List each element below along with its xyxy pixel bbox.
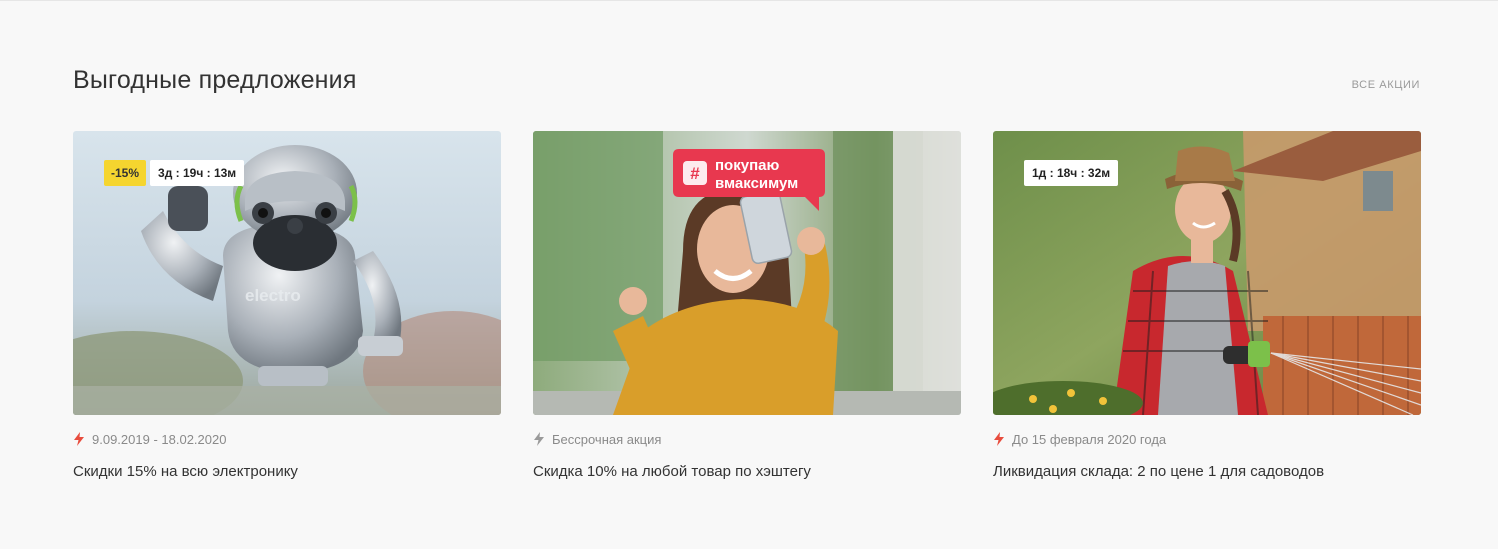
promo-title[interactable]: Ликвидация склада: 2 по цене 1 для садов…: [993, 463, 1324, 480]
lightning-icon: [74, 432, 84, 446]
hashtag-line-1: покупаю: [715, 157, 779, 174]
promo-cards: electro -15% 3д : 19ч : 13м 9.09.2019 - …: [73, 131, 1421, 491]
hashtag-symbol: #: [690, 164, 700, 183]
all-promotions-link[interactable]: ВСЕ АКЦИИ: [1352, 79, 1420, 91]
promo-card-hashtag[interactable]: # покупаю вмаксимум Бессрочная акция Ски…: [533, 131, 961, 491]
promo-date-row: Бессрочная акция: [533, 431, 661, 447]
top-divider: [0, 0, 1498, 1]
hashtag-line-2: вмаксимум: [715, 175, 798, 192]
card-badges: 1д : 18ч : 32м: [1024, 160, 1119, 186]
promo-title[interactable]: Скидки 15% на всю электронику: [73, 463, 298, 480]
promo-image-robot[interactable]: electro -15% 3д : 19ч : 13м: [73, 131, 501, 415]
promo-image-garden[interactable]: 1д : 18ч : 32м: [993, 131, 1421, 415]
promo-date: Бессрочная акция: [552, 431, 662, 447]
promo-card-garden[interactable]: 1д : 18ч : 32м До 15 февраля 2020 года Л…: [993, 131, 1421, 491]
promo-title[interactable]: Скидка 10% на любой товар по хэштегу: [533, 463, 811, 480]
section-header: Выгодные предложения ВСЕ АКЦИИ: [73, 66, 1420, 100]
promo-card-electronics[interactable]: electro -15% 3д : 19ч : 13м 9.09.2019 - …: [73, 131, 501, 491]
promo-date-row: 9.09.2019 - 18.02.2020: [73, 431, 226, 447]
timer-badge: 3д : 19ч : 13м: [150, 160, 245, 186]
card-badges: -15% 3д : 19ч : 13м: [104, 160, 245, 186]
section-title: Выгодные предложения: [73, 66, 357, 94]
promo-date-row: До 15 февраля 2020 года: [993, 431, 1166, 447]
robot-chest-label: electro: [245, 286, 301, 305]
promo-date: 9.09.2019 - 18.02.2020: [92, 431, 227, 447]
promo-image-selfie[interactable]: # покупаю вмаксимум: [533, 131, 961, 415]
promo-date: До 15 февраля 2020 года: [1012, 431, 1167, 447]
selfie-illustration: # покупаю вмаксимум: [533, 131, 961, 415]
lightning-icon: [994, 432, 1004, 446]
discount-badge: -15%: [104, 160, 147, 186]
lightning-icon: [534, 432, 544, 446]
timer-badge: 1д : 18ч : 32м: [1024, 160, 1119, 186]
